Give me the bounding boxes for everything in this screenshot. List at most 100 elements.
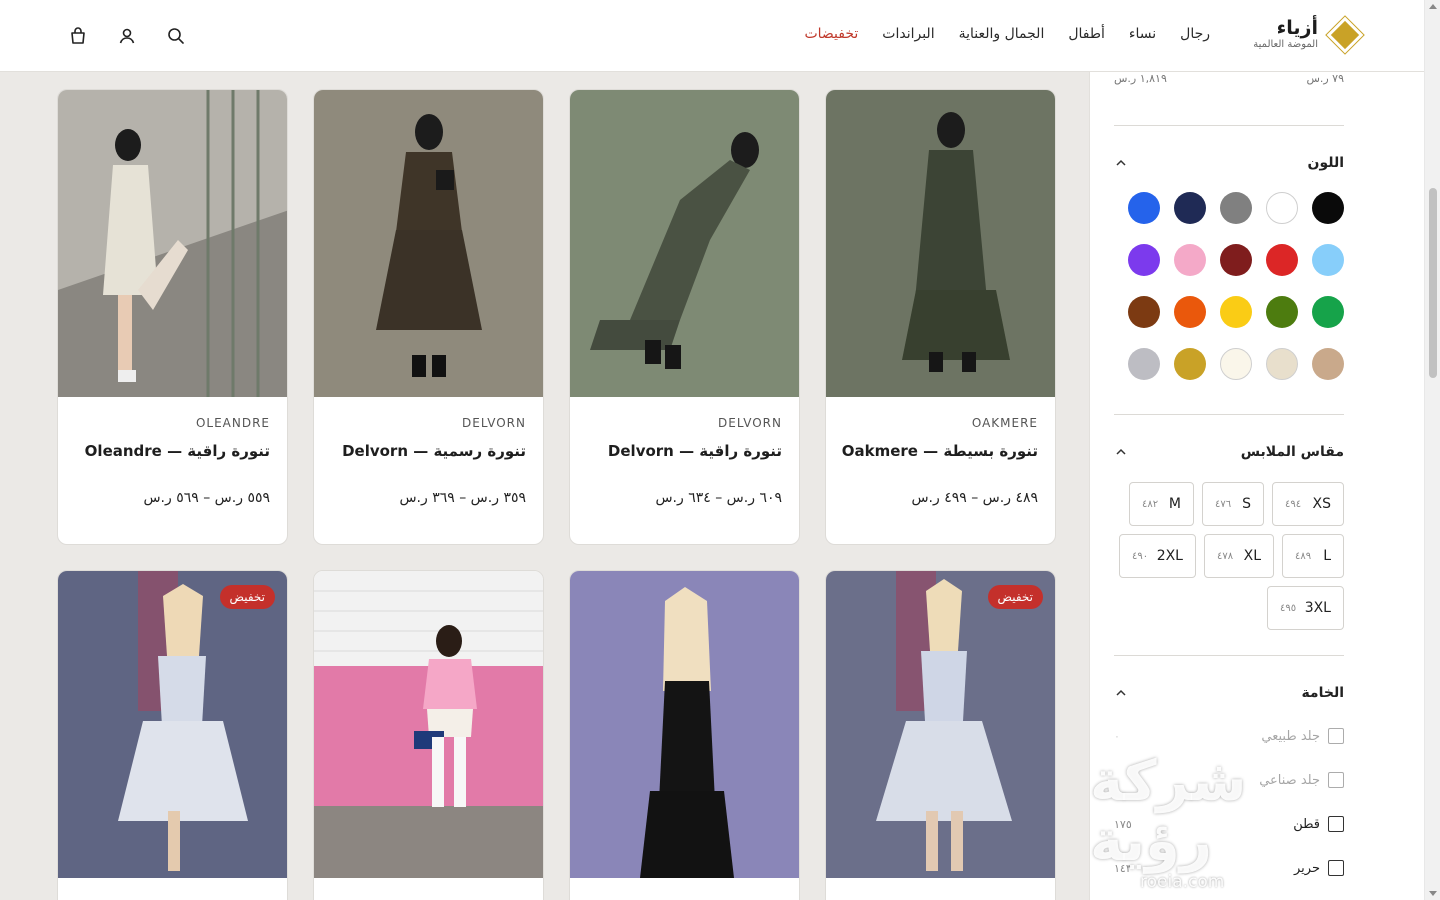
chevron-up-icon[interactable] (1114, 156, 1128, 170)
scroll-down-arrow-icon[interactable] (1429, 891, 1437, 896)
product-card[interactable]: OAKMERE تنورة بسيطة — Oakmere ٤٨٩ ر.س – … (825, 89, 1056, 545)
shopping-bag-icon[interactable] (68, 26, 88, 46)
nav-item-beauty[interactable]: الجمال والعناية (959, 26, 1045, 42)
color-swatch[interactable] (1266, 192, 1298, 224)
material-count: ٠ (1114, 729, 1120, 743)
sale-badge: تخفيض (219, 585, 275, 609)
color-swatch[interactable] (1312, 192, 1344, 224)
header-actions (68, 26, 186, 46)
material-option-cotton[interactable]: قطن ١٧٥ (1114, 815, 1344, 833)
size-option-xl[interactable]: ٤٧٨ XL (1204, 534, 1274, 578)
nav-item-kids[interactable]: أطفال (1068, 26, 1105, 42)
nav-item-women[interactable]: نساء (1129, 26, 1156, 42)
chevron-up-icon[interactable] (1114, 445, 1128, 459)
color-swatch[interactable] (1174, 244, 1206, 276)
size-label: L (1323, 548, 1331, 564)
site-logo[interactable]: أزياء الموضة العالمية (1253, 16, 1364, 54)
product-image[interactable] (826, 90, 1055, 397)
product-price: ٣٥٩ ر.س – ٣٦٩ ر.س (399, 490, 526, 506)
main-nav: رجال نساء أطفال الجمال والعناية البراندا… (780, 26, 1210, 42)
product-image[interactable] (58, 571, 287, 878)
material-option-leather[interactable]: جلد طبيعي ٠ (1114, 727, 1344, 745)
product-card[interactable]: DELVORN تنورة رسمية — Delvorn ٣٥٩ ر.س – … (313, 89, 544, 545)
color-swatch[interactable] (1174, 348, 1206, 380)
material-checkbox[interactable] (1328, 772, 1344, 788)
material-count: ١٤٣ (1114, 861, 1132, 875)
page-scrollbar[interactable] (1424, 0, 1440, 900)
size-count: ٤٧٦ (1215, 498, 1232, 510)
size-option-l[interactable]: ٤٨٩ L (1282, 534, 1344, 578)
size-count: ٤٩٥ (1280, 602, 1297, 614)
product-card[interactable] (569, 570, 800, 900)
product-name[interactable]: تنورة رسمية — Delvorn (331, 442, 526, 460)
product-image[interactable] (570, 90, 799, 397)
nav-item-brands[interactable]: البراندات (882, 26, 934, 42)
material-filter-header[interactable]: الخامة (1114, 685, 1344, 701)
color-swatch[interactable] (1266, 244, 1298, 276)
product-name[interactable]: تنورة بسيطة — Oakmere (842, 442, 1038, 460)
material-filter-title: الخامة (1301, 685, 1344, 701)
product-name[interactable]: تنورة راقية — Delvorn (587, 442, 782, 460)
color-swatch[interactable] (1220, 192, 1252, 224)
product-card[interactable] (313, 570, 544, 900)
material-checkbox[interactable] (1328, 816, 1344, 832)
color-swatch[interactable] (1220, 348, 1252, 380)
logo-diamond-icon (1326, 16, 1364, 54)
size-option-m[interactable]: ٤٨٢ M (1129, 482, 1194, 526)
product-brand: OAKMERE (971, 416, 1038, 430)
product-price: ٤٨٩ ر.س – ٤٩٩ ر.س (911, 490, 1038, 506)
user-icon[interactable] (117, 26, 137, 46)
search-icon[interactable] (166, 26, 186, 46)
color-swatch[interactable] (1312, 348, 1344, 380)
size-option-s[interactable]: ٤٧٦ S (1202, 482, 1264, 526)
size-option-3xl[interactable]: ٤٩٥ 3XL (1267, 586, 1344, 630)
color-swatch[interactable] (1174, 296, 1206, 328)
color-swatch[interactable] (1128, 192, 1160, 224)
color-swatch[interactable] (1128, 296, 1160, 328)
product-card[interactable]: OLEANDRE تنورة راقية — Oleandre ٥٥٩ ر.س … (57, 89, 288, 545)
product-name[interactable]: تنورة راقية — Oleandre (75, 442, 270, 460)
product-image[interactable] (58, 90, 287, 397)
color-swatches (1114, 192, 1344, 380)
color-swatch[interactable] (1128, 348, 1160, 380)
material-checkbox[interactable] (1328, 860, 1344, 876)
color-swatch[interactable] (1220, 244, 1252, 276)
size-option-xs[interactable]: ٤٩٤ XS (1272, 482, 1344, 526)
nav-item-men[interactable]: رجال (1180, 26, 1210, 42)
product-image[interactable] (314, 90, 543, 397)
color-swatch[interactable] (1128, 244, 1160, 276)
product-image[interactable] (314, 571, 543, 878)
sale-badge: تخفيض (987, 585, 1043, 609)
color-filter-header[interactable]: اللون (1114, 155, 1344, 171)
material-option-faux-leather[interactable]: جلد صناعي (1114, 771, 1344, 789)
color-swatch[interactable] (1266, 348, 1298, 380)
size-label: M (1168, 496, 1181, 512)
chevron-up-icon[interactable] (1114, 686, 1128, 700)
material-label: جلد طبيعي (1261, 728, 1320, 744)
color-swatch[interactable] (1174, 192, 1206, 224)
product-image[interactable] (570, 571, 799, 878)
material-option-silk[interactable]: حرير ١٤٣ (1114, 859, 1344, 877)
size-label: 2XL (1156, 548, 1183, 564)
logo-title: أزياء (1276, 17, 1318, 39)
watermark-arabic: شركة رؤية (1090, 749, 1247, 874)
site-header: أزياء الموضة العالمية رجال نساء أطفال ال… (0, 0, 1424, 72)
color-swatch[interactable] (1312, 296, 1344, 328)
size-count: ٤٩٠ (1132, 550, 1149, 562)
nav-item-sale[interactable]: تخفيضات (804, 26, 858, 42)
filter-sidebar: ٧٩ ر.س ١,٨١٩ ر.س اللون مقاس الملابس ٤٩٤ … (1089, 72, 1424, 900)
price-range-labels: ٧٩ ر.س ١,٨١٩ ر.س (1114, 72, 1344, 92)
product-card[interactable]: DELVORN تنورة راقية — Delvorn ٦٠٩ ر.س – … (569, 89, 800, 545)
logo-subtitle: الموضة العالمية (1253, 39, 1318, 50)
product-card[interactable]: تخفيض (825, 570, 1056, 900)
color-swatch[interactable] (1312, 244, 1344, 276)
size-option-2xl[interactable]: ٤٩٠ 2XL (1119, 534, 1196, 578)
material-checkbox[interactable] (1328, 728, 1344, 744)
color-swatch[interactable] (1266, 296, 1298, 328)
color-swatch[interactable] (1220, 296, 1252, 328)
size-filter-header[interactable]: مقاس الملابس (1114, 444, 1344, 460)
scroll-up-arrow-icon[interactable] (1429, 4, 1437, 9)
scroll-thumb[interactable] (1429, 188, 1437, 378)
product-image[interactable] (826, 571, 1055, 878)
product-card[interactable]: تخفيض (57, 570, 288, 900)
